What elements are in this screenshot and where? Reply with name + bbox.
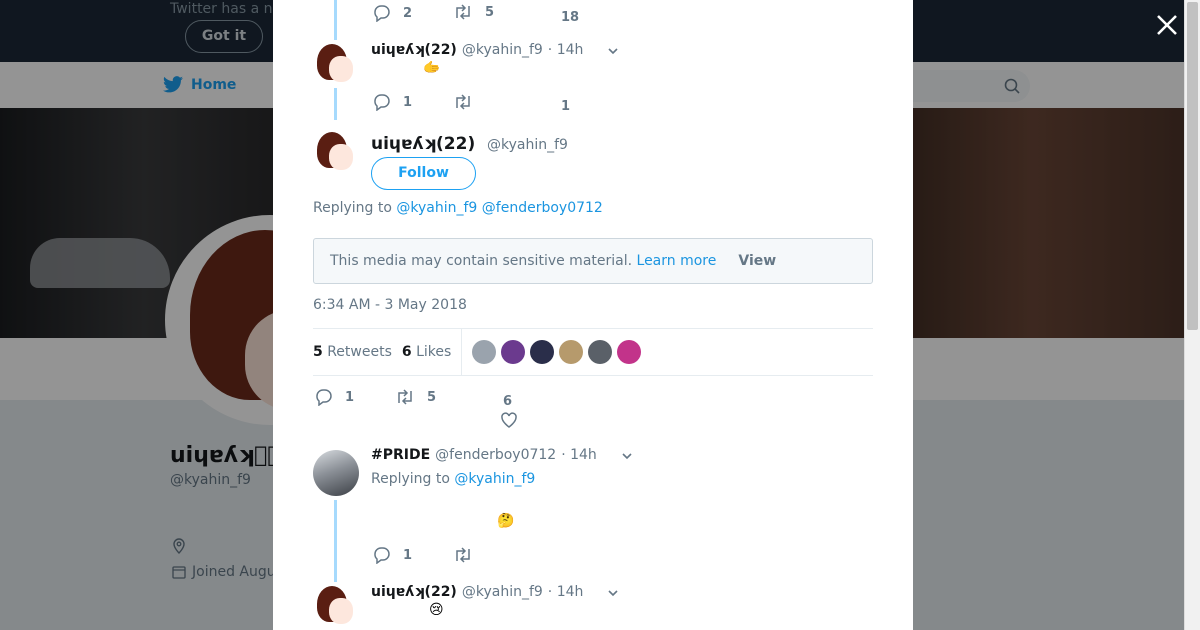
follow-button[interactable]: Follow [371, 157, 476, 190]
reply-action: 1 [373, 93, 412, 111]
sensitive-text: This media may contain sensitive materia… [330, 253, 633, 269]
reply-action: 1 [373, 546, 412, 564]
tweet-stats: 5 Retweets 6 Likes [313, 328, 873, 376]
sensitive-media-notice: This media may contain sensitive materia… [313, 238, 873, 284]
tweet-actions: 2 [373, 4, 412, 22]
display-name[interactable]: uiɥɐʎʞ(22) [371, 134, 475, 154]
replying-to: Replying to @kyahin_f9 @fenderboy0712 [313, 200, 603, 216]
like-count: 18 [561, 10, 580, 25]
tweet-text: 🤔 [497, 513, 515, 529]
heart-icon[interactable] [500, 412, 518, 429]
avatar[interactable] [313, 450, 359, 496]
reply-count: 1 [345, 389, 355, 405]
liker-avatar[interactable] [617, 340, 642, 364]
retweet-icon[interactable] [395, 389, 415, 405]
username[interactable]: @kyahin_f9 [462, 584, 543, 600]
tweet-time[interactable]: · 14h [548, 42, 584, 58]
replying-to: Replying to @kyahin_f9 [371, 471, 536, 487]
retweet-count: 5 [427, 389, 437, 405]
retweet-icon[interactable] [453, 4, 473, 20]
reply-count: 1 [403, 547, 413, 563]
mention-link[interactable]: @kyahin_f9 [454, 471, 535, 487]
page-scrollbar[interactable] [1184, 0, 1200, 630]
display-name[interactable]: #PRIDE [371, 447, 430, 463]
retweet-action: 5 [453, 4, 494, 20]
reply-action: 1 [315, 388, 354, 406]
retweets-stat[interactable]: 5 Retweets [313, 344, 392, 360]
like-count: 1 [561, 99, 571, 114]
like-count: 6 [503, 394, 513, 409]
retweet-count: 5 [485, 4, 495, 20]
username[interactable]: @kyahin_f9 [487, 137, 568, 153]
mention-link[interactable]: @kyahin_f9 [396, 200, 477, 216]
avatar[interactable] [313, 130, 359, 176]
tweet-header: #PRIDE @fenderboy0712 · 14h [371, 447, 597, 463]
tweet-time[interactable]: · 14h [548, 584, 584, 600]
tweet-header: uiɥɐʎʞ(22) @kyahin_f9 · 14h [371, 42, 583, 58]
retweet-icon[interactable] [453, 94, 473, 110]
avatar[interactable] [313, 584, 359, 630]
reply-icon[interactable] [315, 388, 333, 406]
reply-count: 2 [403, 5, 413, 21]
liker-avatar[interactable] [472, 340, 497, 364]
chevron-down-icon[interactable] [607, 587, 619, 599]
reply-count: 1 [403, 94, 413, 110]
liker-avatar[interactable] [501, 340, 526, 364]
liker-avatar[interactable] [588, 340, 613, 364]
chevron-down-icon[interactable] [621, 450, 633, 462]
tweet-text: 🫱 [423, 60, 441, 76]
retweet-action: 5 [395, 389, 436, 405]
close-icon[interactable] [1154, 12, 1180, 38]
likes-stat[interactable]: 6 Likes [402, 344, 451, 360]
thread-connector [334, 500, 337, 582]
reply-icon[interactable] [373, 4, 391, 22]
username[interactable]: @kyahin_f9 [462, 42, 543, 58]
view-media-button[interactable]: View [738, 253, 776, 269]
username[interactable]: @fenderboy0712 [435, 447, 556, 463]
avatar[interactable] [313, 42, 359, 88]
tweet-text: 😢 [429, 602, 444, 618]
mention-link[interactable]: @fenderboy0712 [482, 200, 603, 216]
display-name[interactable]: uiɥɐʎʞ(22) [371, 584, 457, 600]
liker-avatar[interactable] [559, 340, 584, 364]
retweet-icon[interactable] [453, 547, 473, 563]
reply-icon[interactable] [373, 546, 391, 564]
learn-more-link[interactable]: Learn more [637, 253, 717, 269]
tweet-time[interactable]: · 14h [561, 447, 597, 463]
display-name[interactable]: uiɥɐʎʞ(22) [371, 42, 457, 58]
thread-connector [334, 0, 337, 40]
chevron-down-icon[interactable] [607, 45, 619, 57]
tweet-modal: 2 5 18 uiɥɐʎʞ(22) @kyahin_f9 · 14h 🫱 1 1… [273, 0, 913, 630]
tweet-timestamp[interactable]: 6:34 AM - 3 May 2018 [313, 297, 467, 313]
reply-icon[interactable] [373, 93, 391, 111]
thread-connector [334, 88, 337, 120]
tweet-header: uiɥɐʎʞ(22) @kyahin_f9 · 14h [371, 584, 583, 600]
liker-avatar[interactable] [530, 340, 555, 364]
